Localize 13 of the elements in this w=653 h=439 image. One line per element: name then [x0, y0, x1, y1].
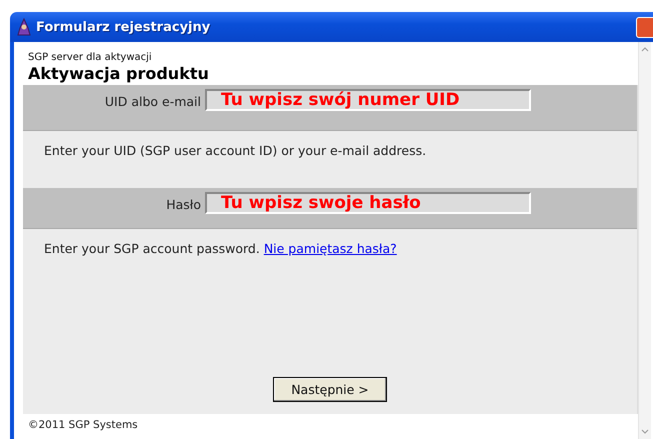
copyright-text: ©2011 SGP Systems	[27, 418, 139, 431]
help-text: Enter your SGP account password. Nie pamiętasz hasła?	[44, 241, 397, 256]
scrollbar[interactable]	[638, 42, 651, 439]
next-button[interactable]: Następnie >	[273, 377, 387, 402]
page-heading: Aktywacja produktu	[28, 64, 210, 83]
window-title: Formularz rejestracyjny	[36, 20, 210, 34]
field-label: UID albo e-mail	[104, 93, 202, 109]
wizard-icon	[16, 18, 32, 36]
subtitle: SGP server dla aktywacji	[28, 51, 153, 63]
field-label: Hasło	[165, 196, 202, 212]
forgot-password-link[interactable]: Nie pamiętasz hasła?	[264, 241, 397, 256]
help-text: Enter your UID (SGP user account ID) or your e-mail address.	[44, 143, 426, 158]
close-button[interactable]	[636, 17, 653, 38]
